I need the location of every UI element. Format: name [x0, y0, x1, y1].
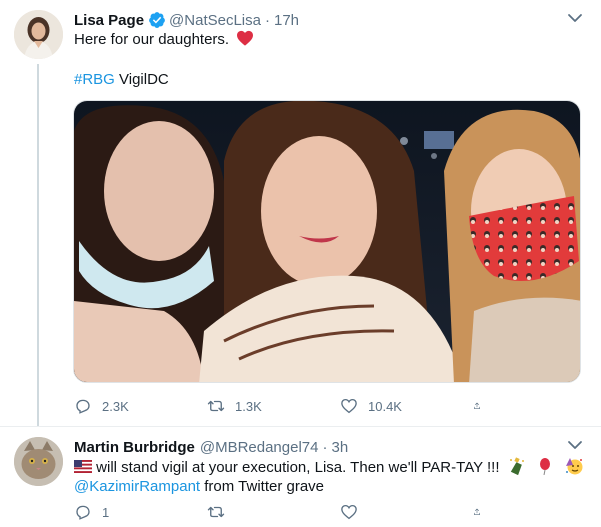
- reply-button[interactable]: 2.3K: [74, 397, 207, 415]
- tweet-text: Here for our daughters.: [74, 31, 230, 48]
- chevron-down-icon[interactable]: [567, 439, 583, 451]
- retweet-count: 1.3K: [235, 398, 262, 414]
- author-name[interactable]: Lisa Page: [74, 12, 144, 29]
- tweet-text-line-1: will stand vigil at your execution, Lisa…: [74, 457, 584, 478]
- tweet-header: Lisa Page @NatSecLisa · 17h: [74, 10, 299, 30]
- reply-count: 1: [102, 504, 110, 520]
- separator-dot: ·: [264, 11, 270, 29]
- like-button[interactable]: 10.4K: [340, 397, 473, 415]
- retweet-button[interactable]: [207, 503, 340, 521]
- tweet-text-line-2: @KazimirRampant from Twitter grave: [74, 477, 324, 497]
- reply-icon: [76, 399, 90, 414]
- separator-dot: ·: [322, 438, 328, 456]
- share-button[interactable]: [473, 397, 491, 415]
- reply-count: 2.3K: [102, 398, 129, 414]
- share-button[interactable]: [473, 503, 491, 521]
- like-button[interactable]: [340, 503, 473, 521]
- tweet-text-rest: from Twitter grave: [200, 478, 325, 495]
- thread-connector-line: [37, 64, 39, 426]
- tweet-timestamp[interactable]: 17h: [274, 12, 299, 29]
- tweet-actions: 1: [74, 503, 491, 521]
- heart-emoji: [237, 30, 254, 46]
- reply-button[interactable]: 1: [74, 503, 207, 521]
- hashtag-link[interactable]: #RBG: [74, 71, 115, 88]
- champagne-emoji: [509, 457, 524, 476]
- retweet-icon: [207, 400, 225, 412]
- mention-link[interactable]: @KazimirRampant: [74, 478, 200, 495]
- balloon-emoji: [539, 458, 550, 476]
- tweet-photo[interactable]: [73, 100, 581, 383]
- like-icon: [341, 398, 357, 414]
- author-handle[interactable]: @NatSecLisa: [169, 12, 261, 29]
- share-icon: [474, 508, 480, 515]
- avatar-martin-burbridge[interactable]: [14, 437, 63, 486]
- chevron-down-icon[interactable]: [567, 12, 583, 24]
- avatar-image: [14, 437, 63, 486]
- tweet-lisa-page[interactable]: Lisa Page @NatSecLisa · 17h Here for our…: [0, 0, 601, 426]
- retweet-button[interactable]: 1.3K: [207, 397, 340, 415]
- retweet-icon: [207, 506, 225, 518]
- tweet-text: will stand vigil at your execution, Lisa…: [92, 459, 500, 476]
- tweet-actions: 2.3K 1.3K 10.4K: [74, 397, 491, 415]
- avatar-image: [14, 10, 63, 59]
- tweet-martin-burbridge[interactable]: Martin Burbridge @MBRedangel74 · 3h will…: [0, 426, 601, 527]
- verified-badge-icon: [149, 12, 165, 28]
- share-icon: [474, 402, 480, 409]
- party-face-emoji: [566, 458, 583, 475]
- tweet-header: Martin Burbridge @MBRedangel74 · 3h: [74, 437, 348, 457]
- tweet-text-rest: VigilDC: [114, 71, 169, 88]
- author-name[interactable]: Martin Burbridge: [74, 439, 195, 456]
- author-handle[interactable]: @MBRedangel74: [200, 439, 319, 456]
- like-icon: [341, 504, 357, 520]
- tweet-text-line-2: #RBG VigilDC: [74, 70, 169, 90]
- us-flag-emoji: [74, 460, 92, 473]
- tweet-timestamp[interactable]: 3h: [331, 439, 348, 456]
- reply-icon: [76, 505, 90, 520]
- tweet-text-line-1: Here for our daughters.: [74, 30, 254, 50]
- photo-image: [74, 101, 580, 382]
- avatar-lisa-page[interactable]: [14, 10, 63, 59]
- like-count: 10.4K: [368, 398, 402, 414]
